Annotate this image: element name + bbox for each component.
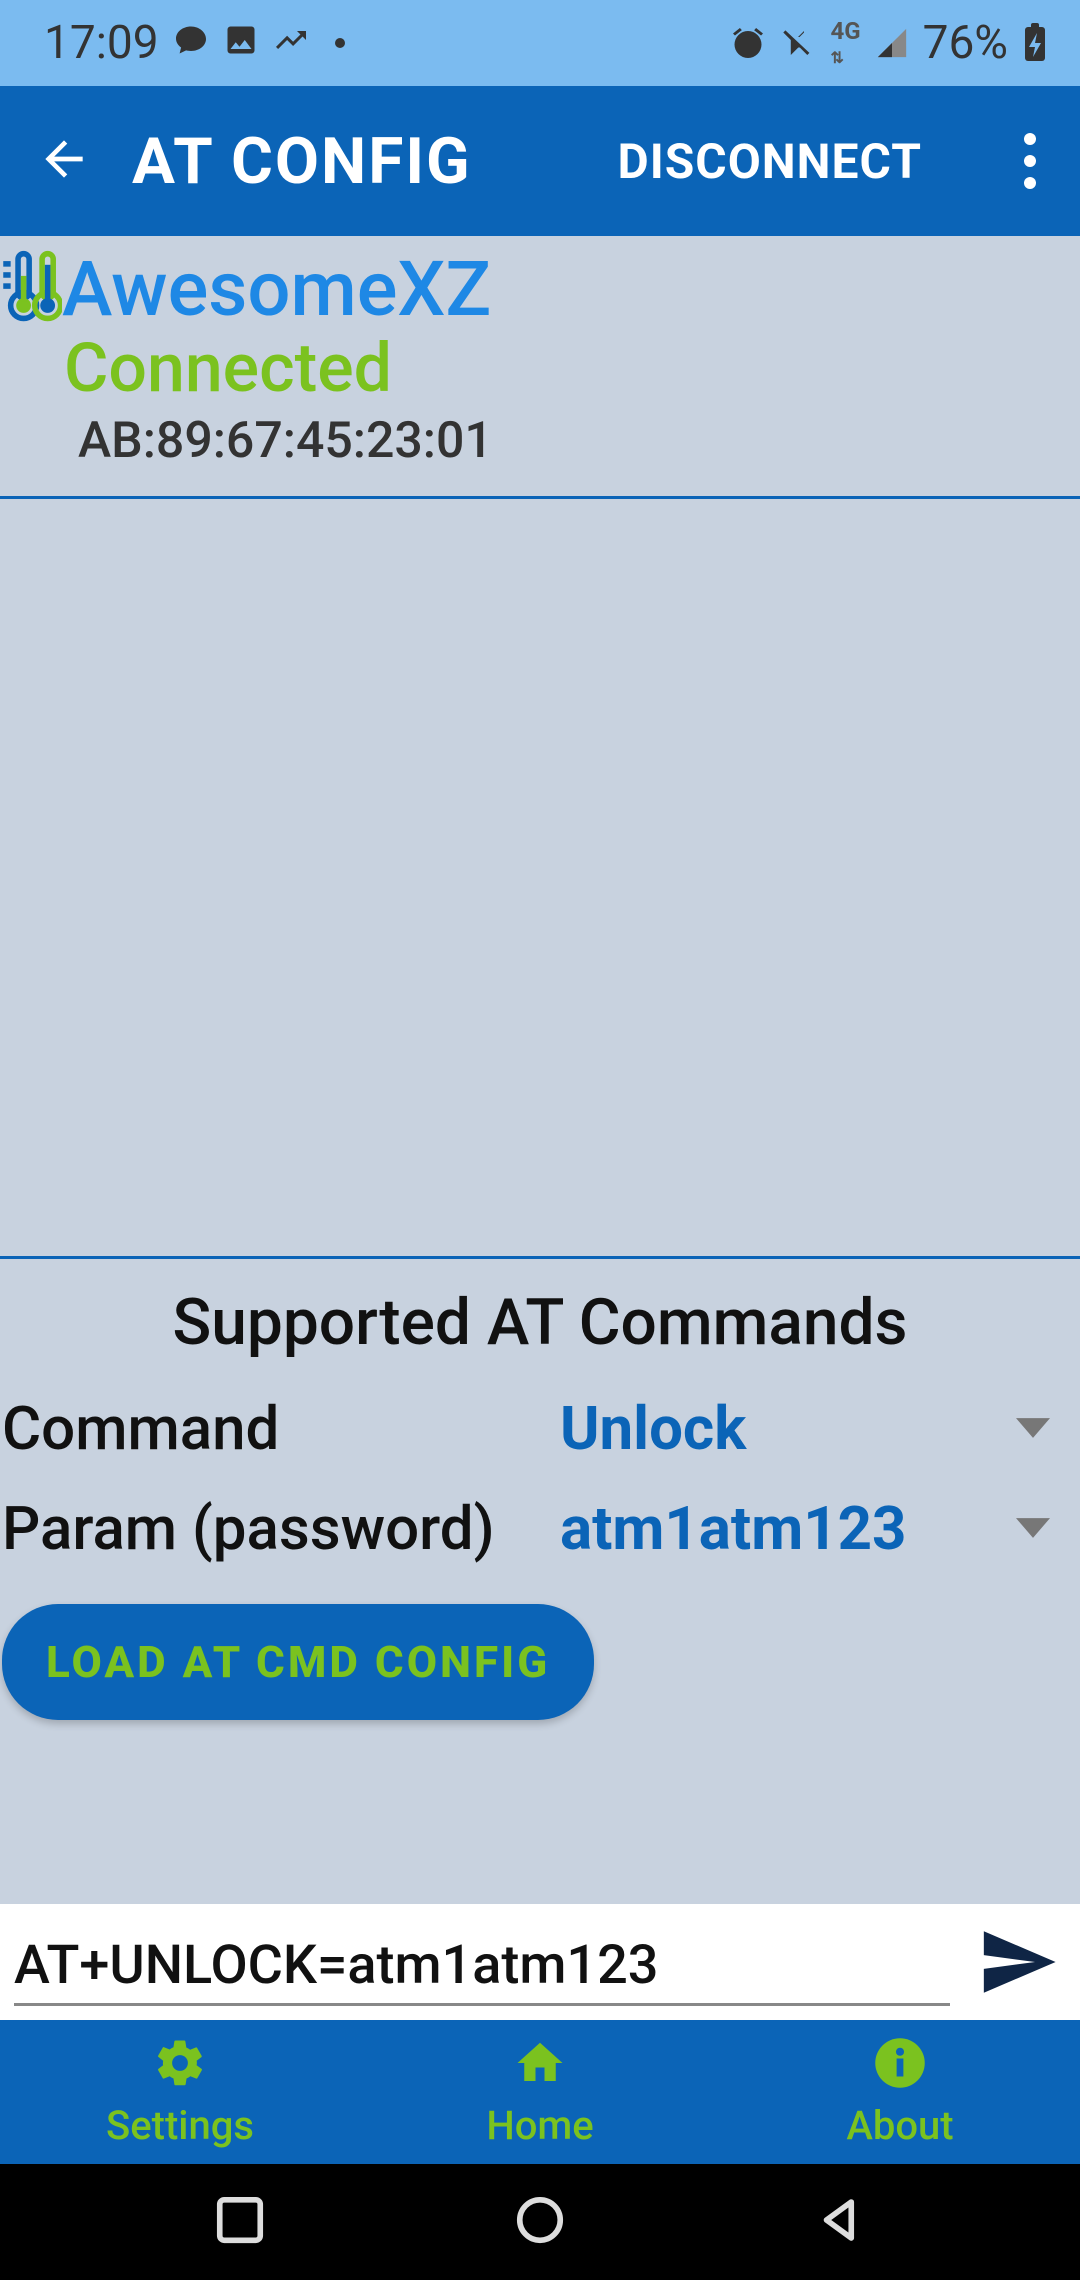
chat-icon <box>173 16 209 70</box>
back-button[interactable] <box>36 131 92 191</box>
command-dropdown[interactable]: Unlock <box>560 1393 1050 1464</box>
page-title: AT CONFIG <box>132 124 472 199</box>
device-panel: AwesomeXZ Connected AB:89:67:45:23:01 <box>0 236 1080 499</box>
image-icon <box>223 16 259 70</box>
disconnect-button[interactable]: DISCONNECT <box>618 133 923 190</box>
param-dropdown[interactable]: atm1atm123 <box>560 1493 1050 1564</box>
chevron-down-icon <box>1016 1418 1050 1438</box>
gear-icon <box>153 2036 207 2100</box>
at-commands-section: Supported AT Commands Command Unlock Par… <box>0 1259 1080 1904</box>
status-left: 17:09 <box>44 16 345 70</box>
alarm-icon <box>730 25 766 61</box>
back-button-sys[interactable] <box>813 2193 867 2251</box>
command-row: Command Unlock <box>0 1378 1080 1478</box>
nav-about-label: About <box>846 2102 953 2149</box>
at-title: Supported AT Commands <box>0 1285 1080 1360</box>
nav-settings[interactable]: Settings <box>0 2020 360 2164</box>
status-right: 4G⇅ 76% <box>730 16 1048 70</box>
bottom-nav: Settings Home About <box>0 2020 1080 2164</box>
battery-charging-icon <box>1022 23 1048 63</box>
nav-home-label: Home <box>486 2102 593 2149</box>
more-menu-button[interactable] <box>1002 133 1058 189</box>
trend-icon <box>273 16 309 70</box>
log-area[interactable] <box>0 499 1080 1259</box>
nav-about[interactable]: About <box>720 2020 1080 2164</box>
status-bar: 17:09 4G⇅ 76% <box>0 0 1080 86</box>
send-button[interactable] <box>970 1921 1066 2003</box>
param-row: Param (password) atm1atm123 <box>0 1478 1080 1578</box>
network-4g-icon: 4G⇅ <box>830 19 860 67</box>
nav-settings-label: Settings <box>106 2102 254 2149</box>
system-nav-bar <box>0 2164 1080 2280</box>
home-icon <box>513 2036 567 2100</box>
connection-status: Connected <box>0 328 1080 408</box>
status-time: 17:09 <box>44 16 159 70</box>
info-icon <box>873 2036 927 2100</box>
device-name: AwesomeXZ <box>62 244 491 334</box>
home-button[interactable] <box>513 2193 567 2251</box>
recents-button[interactable] <box>213 2193 267 2251</box>
signal-icon <box>875 26 909 60</box>
param-value: atm1atm123 <box>560 1493 906 1564</box>
vibrate-mute-icon <box>780 25 816 61</box>
command-input-value: AT+UNLOCK=atm1atm123 <box>14 1934 658 1997</box>
thermometer-icon <box>0 250 62 328</box>
command-bar: AT+UNLOCK=atm1atm123 <box>0 1904 1080 2020</box>
param-label: Param (password) <box>0 1493 560 1564</box>
load-config-button[interactable]: LOAD AT CMD CONFIG <box>2 1604 594 1720</box>
battery-percent: 76% <box>923 16 1008 70</box>
device-mac-address: AB:89:67:45:23:01 <box>0 412 1080 470</box>
chevron-down-icon <box>1016 1518 1050 1538</box>
command-label: Command <box>0 1393 560 1464</box>
nav-home[interactable]: Home <box>360 2020 720 2164</box>
status-dot <box>335 38 345 48</box>
command-value: Unlock <box>560 1393 746 1464</box>
app-bar: AT CONFIG DISCONNECT <box>0 86 1080 236</box>
command-input[interactable]: AT+UNLOCK=atm1atm123 <box>14 1918 950 2006</box>
